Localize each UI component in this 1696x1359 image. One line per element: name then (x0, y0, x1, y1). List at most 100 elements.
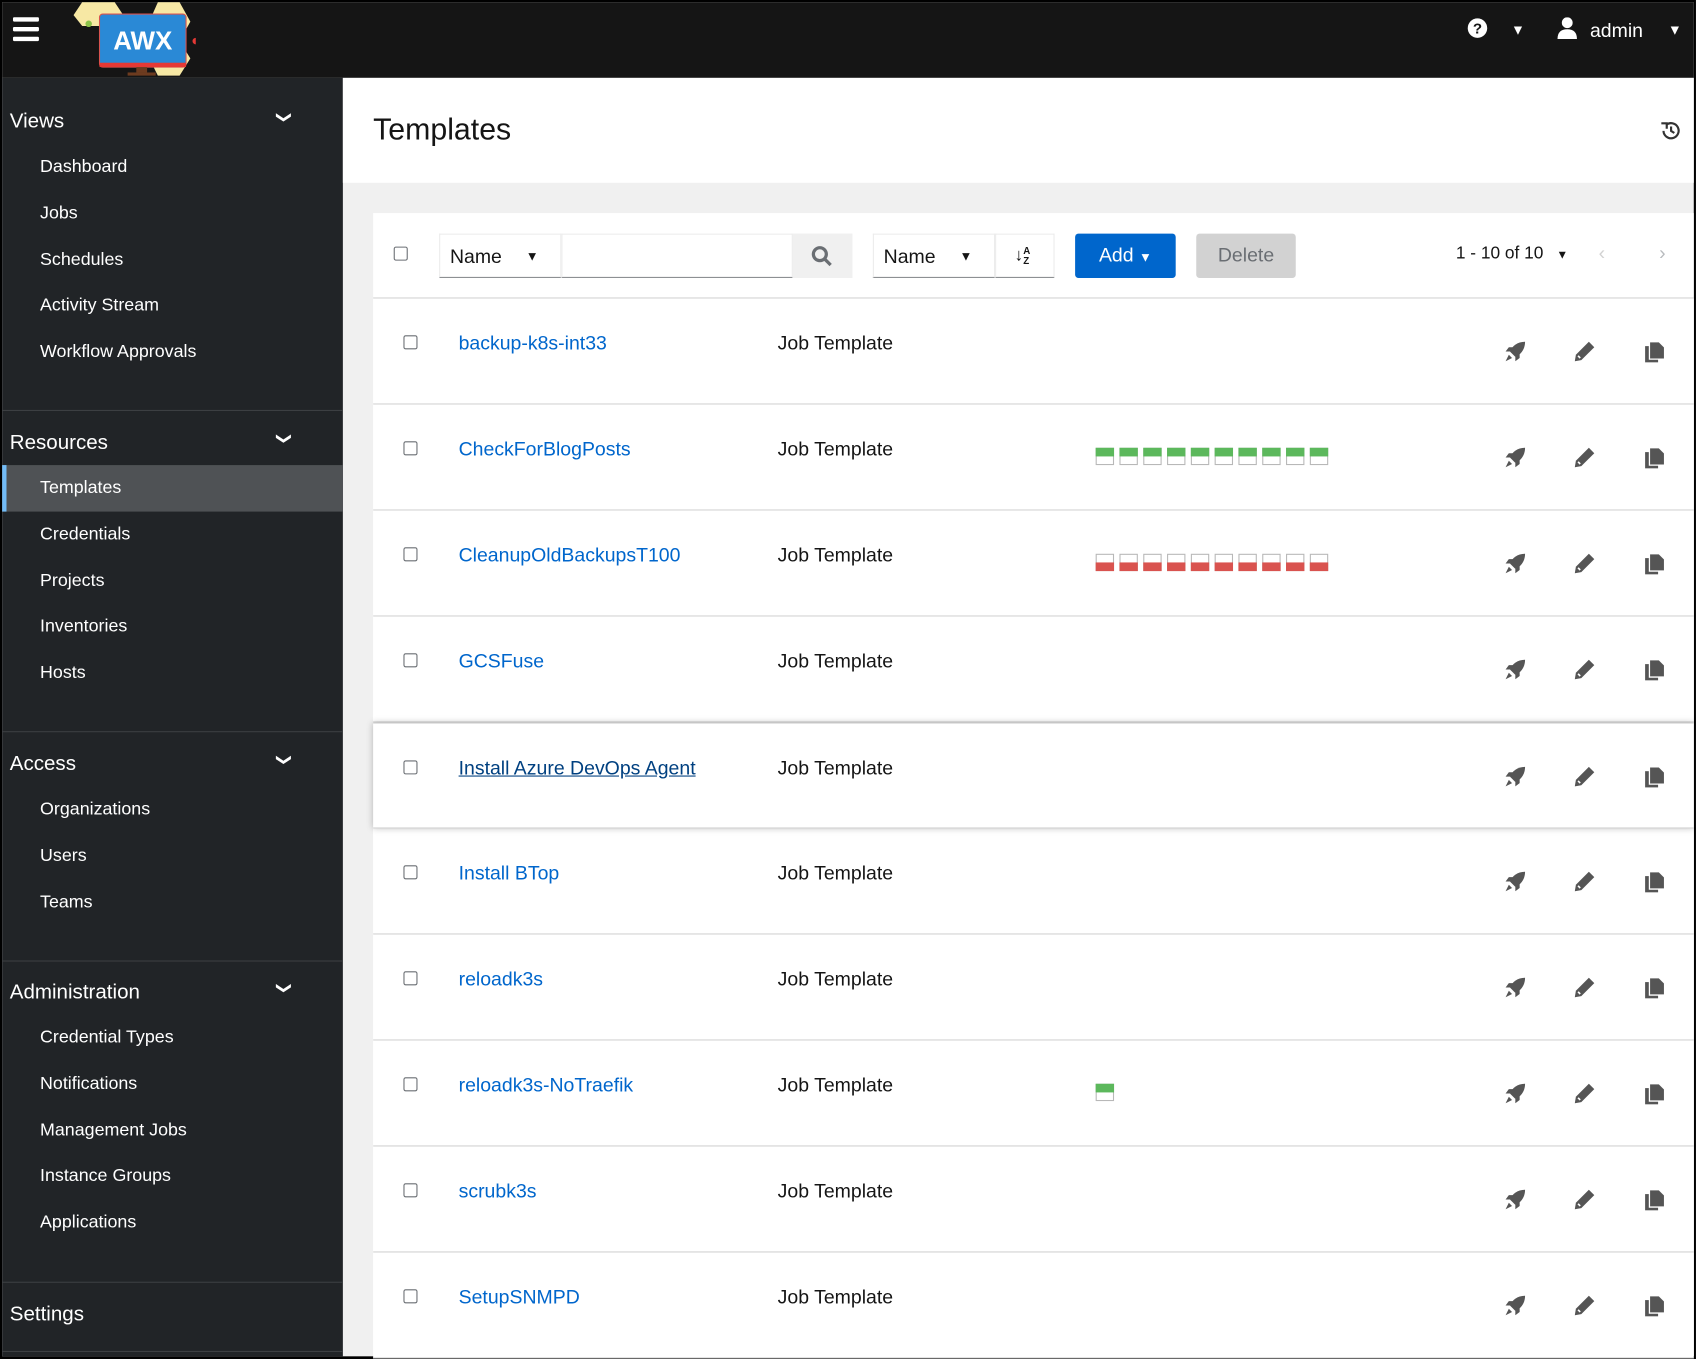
row-checkbox[interactable] (403, 335, 418, 350)
copy-icon[interactable] (1643, 1294, 1667, 1318)
launch-rocket-icon[interactable] (1503, 976, 1527, 1000)
search-button[interactable] (792, 233, 853, 278)
sidebar-item-management-jobs[interactable]: Management Jobs (2, 1107, 343, 1154)
edit-pencil-icon[interactable] (1573, 1294, 1597, 1318)
sidebar-item-hosts[interactable]: Hosts (2, 650, 343, 697)
job-status-successful[interactable] (1309, 447, 1329, 466)
sidebar-item-organizations[interactable]: Organizations (2, 786, 343, 833)
sort-field-select[interactable]: Name ▼ (872, 233, 996, 278)
sidebar-section-administration[interactable]: Administration ❯ (10, 981, 334, 1005)
sidebar-section-resources[interactable]: Resources ❯ (10, 432, 334, 456)
job-status-failed[interactable] (1119, 553, 1138, 572)
template-name-link[interactable]: GCSFuse (459, 650, 544, 673)
launch-rocket-icon[interactable] (1503, 870, 1527, 894)
sort-order-button[interactable]: ↓A Z (995, 233, 1055, 278)
sidebar-item-dashboard[interactable]: Dashboard (2, 144, 343, 191)
copy-icon[interactable] (1643, 658, 1667, 682)
job-status-failed[interactable] (1309, 553, 1329, 572)
job-status-successful[interactable] (1262, 447, 1281, 466)
row-checkbox[interactable] (403, 1183, 418, 1198)
previous-page-button[interactable]: ‹ (1599, 242, 1605, 265)
copy-icon[interactable] (1643, 552, 1667, 576)
sidebar-item-workflow-approvals[interactable]: Workflow Approvals (2, 329, 343, 376)
template-name-link[interactable]: reloadk3s-NoTraefik (459, 1074, 634, 1097)
job-status-successful[interactable] (1190, 447, 1210, 466)
sidebar-item-notifications[interactable]: Notifications (2, 1061, 343, 1108)
job-status-failed[interactable] (1143, 553, 1162, 572)
copy-icon[interactable] (1643, 446, 1667, 470)
launch-rocket-icon[interactable] (1503, 1082, 1527, 1106)
sidebar-item-users[interactable]: Users (2, 833, 343, 880)
job-status-failed[interactable] (1238, 553, 1257, 572)
sidebar-item-credentials[interactable]: Credentials (2, 511, 343, 558)
job-status-failed[interactable] (1095, 553, 1115, 572)
job-status-successful[interactable] (1167, 447, 1186, 466)
launch-rocket-icon[interactable] (1503, 340, 1527, 364)
row-checkbox[interactable] (403, 1077, 418, 1092)
row-checkbox[interactable] (403, 653, 418, 668)
sidebar-section-settings[interactable]: Settings (10, 1303, 334, 1327)
edit-pencil-icon[interactable] (1573, 765, 1597, 789)
template-name-link[interactable]: backup-k8s-int33 (459, 332, 607, 355)
select-all-checkbox[interactable] (393, 246, 408, 261)
copy-icon[interactable] (1643, 1188, 1667, 1212)
awx-logo[interactable]: AWX (71, 2, 196, 76)
template-name-link[interactable]: Install BTop (459, 862, 560, 885)
user-dropdown-caret-icon[interactable]: ▼ (1668, 22, 1682, 38)
copy-icon[interactable] (1643, 870, 1667, 894)
sidebar-section-views[interactable]: Views ❯ (10, 110, 334, 134)
sidebar-item-teams[interactable]: Teams (2, 879, 343, 926)
template-name-link[interactable]: SetupSNMPD (459, 1286, 580, 1309)
launch-rocket-icon[interactable] (1503, 1188, 1527, 1212)
sidebar-section-access[interactable]: Access ❯ (10, 753, 334, 777)
delete-button[interactable]: Delete (1196, 233, 1296, 278)
job-status-failed[interactable] (1286, 553, 1305, 572)
sidebar-item-inventories[interactable]: Inventories (2, 604, 343, 651)
template-name-link[interactable]: scrubk3s (459, 1180, 537, 1203)
job-status-failed[interactable] (1190, 553, 1210, 572)
launch-rocket-icon[interactable] (1503, 658, 1527, 682)
launch-rocket-icon[interactable] (1503, 446, 1527, 470)
template-name-link[interactable]: reloadk3s (459, 968, 543, 991)
sidebar-item-jobs[interactable]: Jobs (2, 190, 343, 237)
search-input[interactable] (561, 233, 793, 278)
job-status-successful[interactable] (1214, 447, 1234, 466)
row-checkbox[interactable] (403, 1289, 418, 1304)
copy-icon[interactable] (1643, 1082, 1667, 1106)
add-button[interactable]: Add ▼ (1075, 233, 1176, 278)
history-icon[interactable] (1659, 119, 1683, 143)
pagination-toggle[interactable]: 1 - 10 of 10 ▼ (1456, 244, 1568, 263)
edit-pencil-icon[interactable] (1573, 976, 1597, 1000)
sidebar-item-instance-groups[interactable]: Instance Groups (2, 1153, 343, 1200)
row-checkbox[interactable] (403, 547, 418, 562)
job-status-successful[interactable] (1143, 447, 1162, 466)
copy-icon[interactable] (1643, 976, 1667, 1000)
row-checkbox[interactable] (403, 865, 418, 880)
edit-pencil-icon[interactable] (1573, 870, 1597, 894)
edit-pencil-icon[interactable] (1573, 1188, 1597, 1212)
sidebar-item-schedules[interactable]: Schedules (2, 236, 343, 283)
edit-pencil-icon[interactable] (1573, 1082, 1597, 1106)
job-status-failed[interactable] (1214, 553, 1234, 572)
copy-icon[interactable] (1643, 765, 1667, 789)
template-name-link[interactable]: CleanupOldBackupsT100 (459, 544, 681, 567)
sidebar-item-templates[interactable]: Templates (2, 465, 343, 512)
sidebar-item-credential-types[interactable]: Credential Types (2, 1015, 343, 1062)
job-status-successful[interactable] (1238, 447, 1257, 466)
edit-pencil-icon[interactable] (1573, 552, 1597, 576)
user-icon[interactable] (1557, 17, 1577, 44)
job-status-failed[interactable] (1167, 553, 1186, 572)
row-checkbox[interactable] (403, 971, 418, 986)
help-icon[interactable]: ? (1467, 17, 1489, 44)
row-checkbox[interactable] (403, 760, 418, 775)
next-page-button[interactable]: › (1659, 242, 1665, 265)
edit-pencil-icon[interactable] (1573, 446, 1597, 470)
filter-field-select[interactable]: Name ▼ (439, 233, 562, 278)
launch-rocket-icon[interactable] (1503, 765, 1527, 789)
template-name-link[interactable]: Install Azure DevOps Agent (459, 757, 696, 780)
row-checkbox[interactable] (403, 441, 418, 456)
copy-icon[interactable] (1643, 340, 1667, 364)
job-status-successful[interactable] (1095, 447, 1115, 466)
edit-pencil-icon[interactable] (1573, 658, 1597, 682)
job-status-successful[interactable] (1119, 447, 1138, 466)
